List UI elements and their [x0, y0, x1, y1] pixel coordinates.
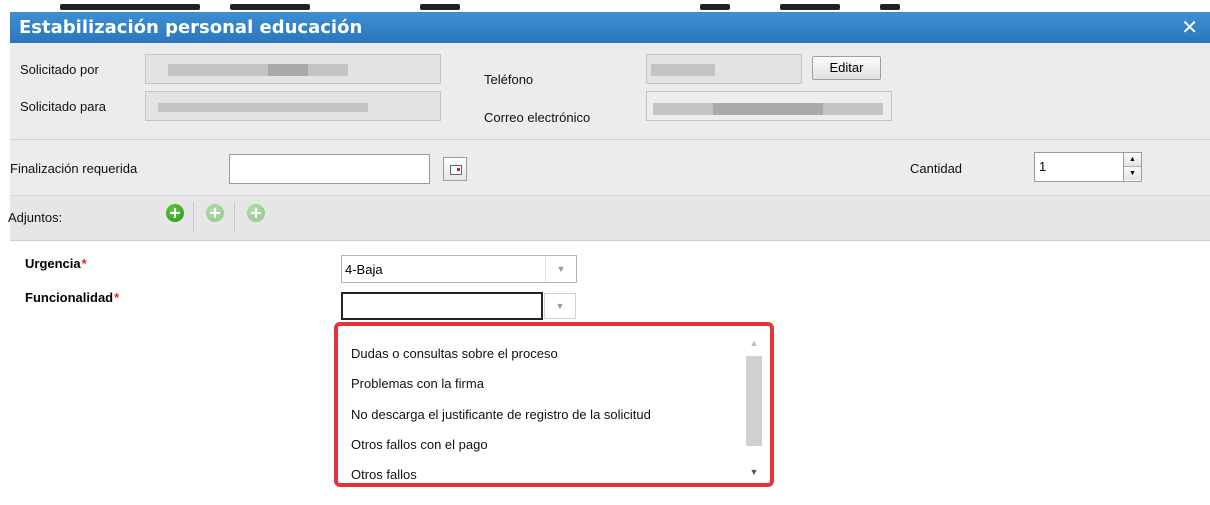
dialog: Estabilización personal educación ✕ Soli…: [8, 12, 1210, 505]
dropdown-option[interactable]: Dudas o consultas sobre el proceso: [351, 346, 558, 361]
correo-field: [646, 91, 892, 121]
correo-label: Correo electrónico: [484, 110, 591, 125]
funcionalidad-label: Funcionalidad*: [25, 290, 120, 305]
toolbar-separator: [193, 202, 194, 232]
editar-button[interactable]: Editar: [812, 56, 881, 80]
calendar-icon[interactable]: [443, 157, 467, 181]
finalizacion-section: Finalización requerida Cantidad 1 ▲ ▼: [10, 140, 1210, 196]
solicitado-por-label: Solicitado por: [20, 62, 99, 77]
adjuntos-label: Adjuntos:: [8, 210, 63, 225]
scroll-down-icon[interactable]: ▼: [744, 463, 764, 481]
close-icon[interactable]: ✕: [1181, 15, 1198, 39]
solicitado-para-label: Solicitado para: [20, 99, 106, 114]
dialog-titlebar: Estabilización personal educación ✕: [10, 12, 1210, 43]
adjuntos-section: Adjuntos:: [8, 196, 1210, 241]
funcionalidad-dropdown: Dudas o consultas sobre el proceso Probl…: [334, 322, 774, 487]
dropdown-option[interactable]: No descarga el justificante de registro …: [351, 407, 651, 422]
add-attachment-disabled-icon: [206, 204, 224, 222]
cantidad-value: 1: [1039, 159, 1047, 174]
cantidad-input[interactable]: 1 ▲ ▼: [1034, 152, 1142, 182]
finalizacion-label: Finalización requerida: [10, 161, 138, 176]
telefono-field: [646, 54, 802, 84]
scroll-thumb[interactable]: [746, 356, 762, 446]
urgencia-label: Urgencia*: [25, 256, 87, 271]
funcionalidad-select[interactable]: [341, 292, 543, 320]
chevron-down-icon[interactable]: ▼: [545, 256, 576, 282]
cantidad-stepper[interactable]: ▲ ▼: [1123, 153, 1141, 181]
requester-section: Solicitado por Solicitado para Teléfono …: [10, 43, 1210, 140]
spin-up-icon[interactable]: ▲: [1124, 153, 1141, 167]
dropdown-option[interactable]: Otros fallos: [351, 467, 417, 482]
chevron-down-icon[interactable]: ▼: [544, 293, 576, 319]
solicitado-para-field: [145, 91, 441, 121]
cantidad-label: Cantidad: [910, 161, 963, 176]
dropdown-scrollbar[interactable]: ▲ ▼: [744, 334, 764, 481]
dropdown-option[interactable]: Otros fallos con el pago: [351, 437, 488, 452]
solicitado-por-field: [145, 54, 441, 84]
scroll-up-icon[interactable]: ▲: [744, 334, 764, 352]
required-mark: *: [114, 290, 120, 305]
urgencia-value: 4-Baja: [345, 262, 383, 277]
add-attachment-icon[interactable]: [166, 204, 184, 222]
telefono-label: Teléfono: [484, 72, 534, 87]
dropdown-option[interactable]: Problemas con la firma: [351, 376, 484, 391]
finalizacion-input[interactable]: [229, 154, 430, 184]
background-window-edge: [0, 14, 10, 505]
add-attachment-disabled-icon: [247, 204, 265, 222]
required-mark: *: [81, 256, 87, 271]
spin-down-icon[interactable]: ▼: [1124, 167, 1141, 180]
toolbar-separator: [234, 202, 235, 232]
dialog-title: Estabilización personal educación: [19, 17, 363, 38]
urgencia-select[interactable]: 4-Baja ▼: [341, 255, 577, 283]
